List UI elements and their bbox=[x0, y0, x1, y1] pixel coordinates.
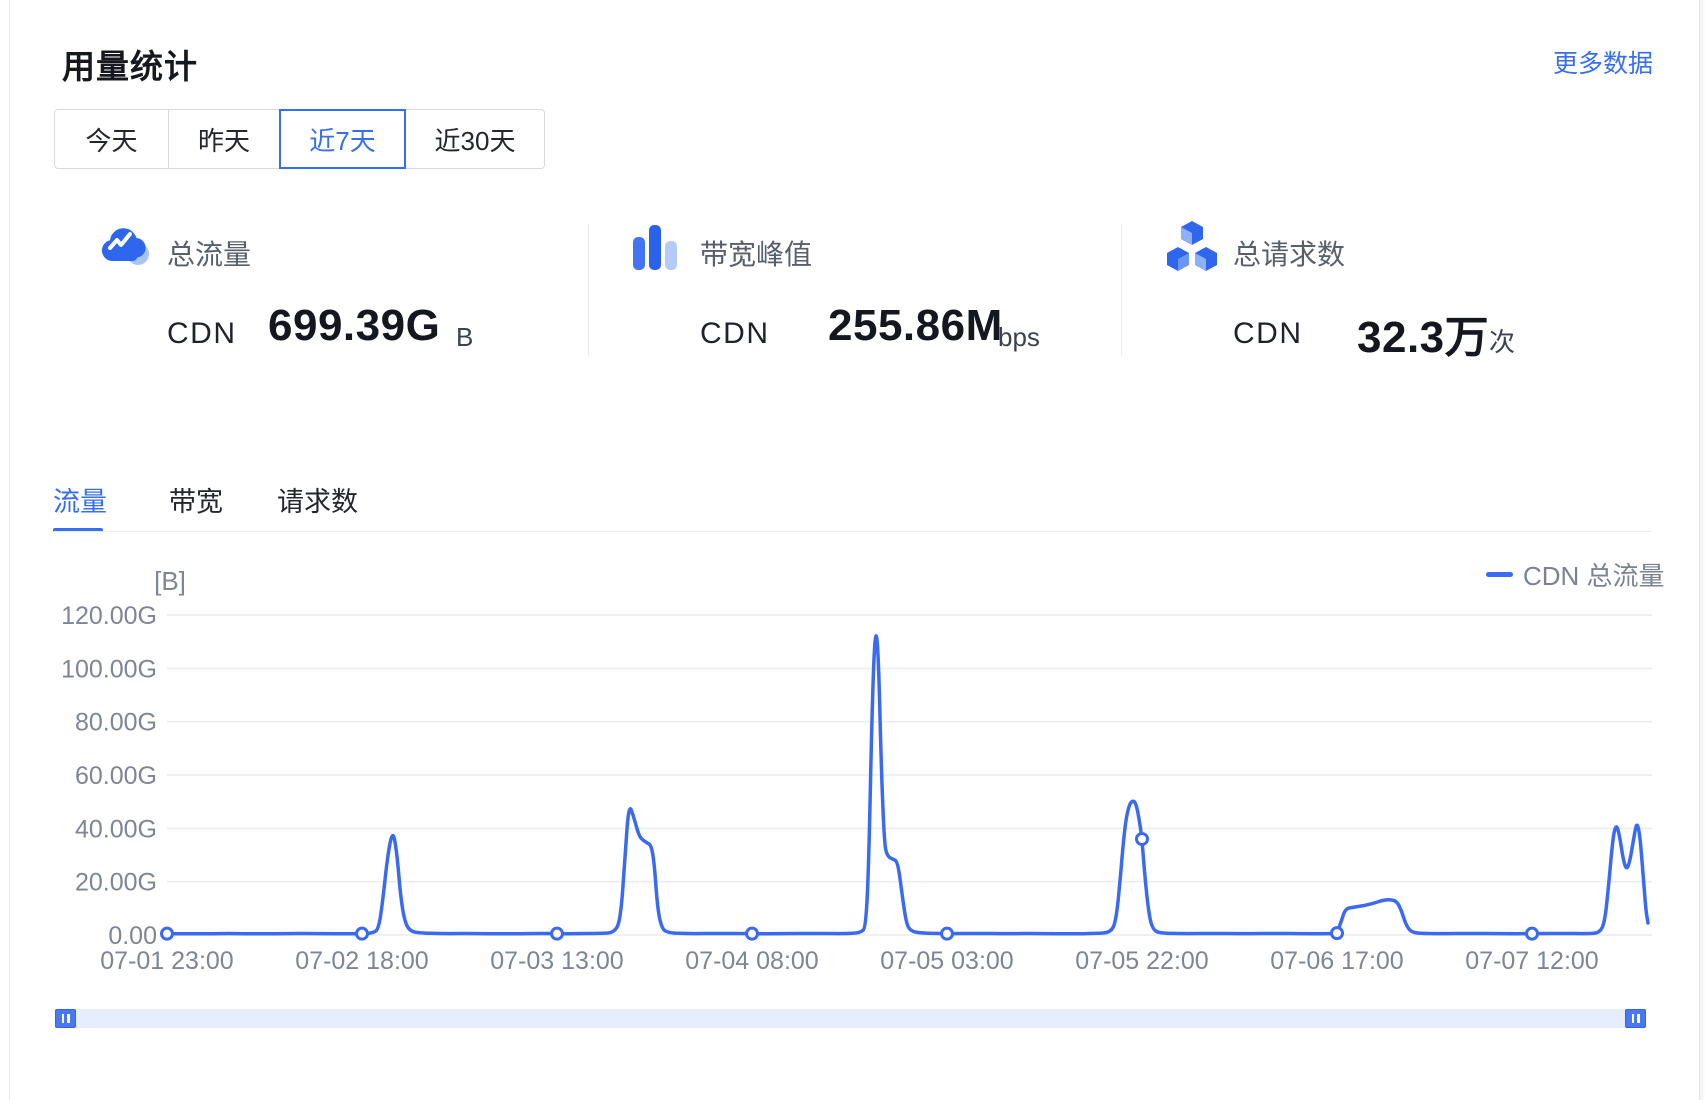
svg-text:07-07 12:00: 07-07 12:00 bbox=[1465, 947, 1598, 975]
datazoom-right-handle[interactable] bbox=[1625, 1009, 1646, 1028]
stat-divider bbox=[1121, 224, 1122, 356]
traffic-line-chart[interactable]: [B] 120.00G 100.00G 80.00G 60.00G 40.00G 20.00… bbox=[0, 545, 1706, 1005]
stat-divider bbox=[588, 224, 589, 356]
tab-last-7-days[interactable]: 近7天 bbox=[279, 109, 406, 169]
stat-value-bandwidth: 255.86M bbox=[828, 301, 1003, 351]
cloud-traffic-icon bbox=[98, 221, 152, 274]
svg-text:07-06 17:00: 07-06 17:00 bbox=[1270, 947, 1403, 975]
handle-grip-icon bbox=[1637, 1014, 1640, 1023]
svg-text:07-05 22:00: 07-05 22:00 bbox=[1075, 947, 1208, 975]
stat-value-traffic: 699.39G bbox=[268, 301, 440, 351]
stat-unit-bandwidth: bps bbox=[998, 322, 1040, 353]
tab-metric-requests[interactable]: 请求数 bbox=[277, 480, 358, 519]
svg-text:07-01 23:00: 07-01 23:00 bbox=[100, 947, 233, 975]
time-range-tabs: 今天 昨天 近7天 近30天 bbox=[54, 109, 545, 169]
svg-text:120.00G: 120.00G bbox=[61, 602, 157, 630]
more-data-link[interactable]: 更多数据 bbox=[1553, 44, 1653, 80]
tab-today[interactable]: 今天 bbox=[54, 109, 169, 169]
datazoom-left-handle[interactable] bbox=[55, 1009, 76, 1028]
stat-label-requests: 总请求数 bbox=[1233, 233, 1345, 273]
tabs-divider-line bbox=[54, 531, 1652, 532]
stat-label-traffic: 总流量 bbox=[167, 233, 251, 273]
svg-text:07-02 18:00: 07-02 18:00 bbox=[295, 947, 428, 975]
datazoom-track[interactable] bbox=[55, 1009, 1646, 1028]
svg-text:60.00G: 60.00G bbox=[75, 762, 157, 790]
svg-text:40.00G: 40.00G bbox=[75, 815, 157, 843]
usage-stats-panel: 用量统计 更多数据 今天 昨天 近7天 近30天 总流量 CDN 699.39G… bbox=[0, 0, 1706, 1100]
requests-cubes-icon bbox=[1164, 219, 1220, 280]
stat-value-requests: 32.3万 bbox=[1357, 301, 1489, 365]
handle-grip-icon bbox=[1632, 1014, 1635, 1023]
svg-text:20.00G: 20.00G bbox=[75, 869, 157, 897]
svg-text:07-04 08:00: 07-04 08:00 bbox=[685, 947, 818, 975]
svg-text:100.00G: 100.00G bbox=[61, 655, 157, 683]
svg-text:[B]: [B] bbox=[154, 566, 186, 596]
svg-text:0.00: 0.00 bbox=[108, 922, 157, 950]
svg-text:07-05 03:00: 07-05 03:00 bbox=[880, 947, 1013, 975]
stat-product-traffic: CDN bbox=[167, 317, 237, 351]
stat-product-requests: CDN bbox=[1233, 317, 1303, 351]
svg-text:07-03 13:00: 07-03 13:00 bbox=[490, 947, 623, 975]
stat-product-bandwidth: CDN bbox=[700, 317, 770, 351]
stat-unit-requests: 次 bbox=[1489, 322, 1515, 359]
handle-grip-icon bbox=[67, 1014, 70, 1023]
tab-last-30-days[interactable]: 近30天 bbox=[405, 109, 545, 169]
page-title: 用量统计 bbox=[62, 40, 198, 88]
tab-yesterday[interactable]: 昨天 bbox=[168, 109, 280, 169]
stat-label-bandwidth: 带宽峰值 bbox=[700, 233, 812, 273]
handle-grip-icon bbox=[62, 1014, 65, 1023]
svg-text:80.00G: 80.00G bbox=[75, 709, 157, 737]
tab-metric-traffic[interactable]: 流量 bbox=[53, 480, 107, 519]
bandwidth-bars-icon bbox=[631, 224, 681, 277]
stat-unit-traffic: B bbox=[456, 322, 473, 353]
tab-metric-bandwidth[interactable]: 带宽 bbox=[169, 480, 223, 519]
